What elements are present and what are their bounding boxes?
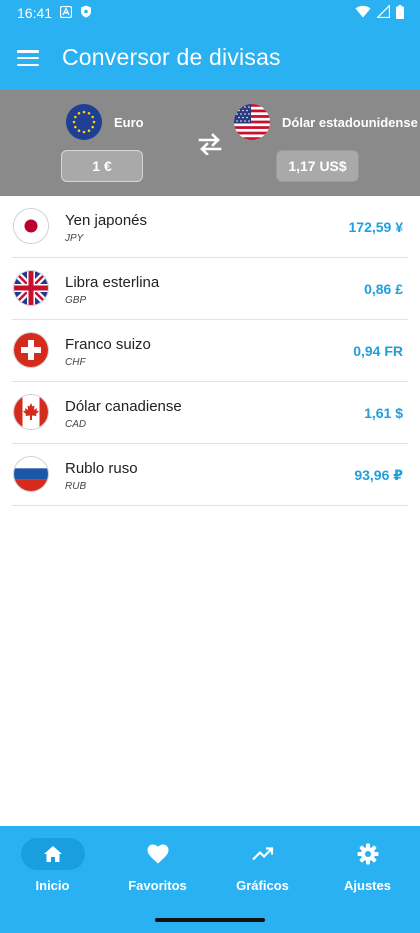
ca-flag-icon — [13, 394, 49, 430]
notification-a-icon — [59, 5, 73, 21]
status-time: 16:41 — [17, 5, 53, 21]
currency-code: CAD — [65, 419, 87, 430]
wifi-icon — [355, 5, 371, 21]
bottom-navigation: Inicio Favoritos Gráficos Ajustes — [0, 826, 420, 933]
rates-list: Yen japonés JPY 172,59 ¥ Libra esterlina… — [12, 196, 408, 506]
menu-icon-line — [17, 50, 39, 53]
gesture-home-bar[interactable] — [155, 918, 265, 922]
currency-value: 1,61 $ — [364, 405, 403, 421]
eu-flag-icon — [66, 104, 102, 140]
to-currency-selector[interactable]: Dólar estadounidense — [234, 104, 418, 140]
from-currency-name: Euro — [114, 114, 144, 130]
ch-flag-icon — [13, 332, 49, 368]
nav-item-favoritos[interactable]: Favoritos — [105, 838, 210, 908]
nav-label: Gráficos — [236, 878, 289, 893]
list-item-cad[interactable]: Dólar canadiense CAD 1,61 $ — [12, 382, 408, 444]
list-item-gbp[interactable]: Libra esterlina GBP 0,86 £ — [12, 258, 408, 320]
to-currency-name: Dólar estadounidense — [282, 114, 418, 130]
list-item-rub[interactable]: Rublo ruso RUB 93,96 ₽ — [12, 444, 408, 506]
currency-name: Franco suizo — [65, 336, 151, 353]
jp-flag-icon — [13, 208, 49, 244]
list-item-jpy[interactable]: Yen japonés JPY 172,59 ¥ — [12, 196, 408, 258]
nav-item-inicio[interactable]: Inicio — [0, 838, 105, 908]
nav-label: Inicio — [35, 878, 70, 893]
menu-button[interactable] — [17, 47, 39, 69]
currency-code: JPY — [65, 233, 84, 244]
nav-label: Ajustes — [344, 878, 391, 893]
menu-icon-line — [17, 63, 39, 66]
currency-code: GBP — [65, 295, 87, 306]
ru-flag-icon — [13, 456, 49, 492]
currency-code: CHF — [65, 357, 86, 368]
shield-icon — [80, 5, 92, 21]
gear-icon — [357, 843, 378, 865]
currency-value: 93,96 ₽ — [354, 467, 403, 483]
status-bar: 16:41 — [0, 0, 420, 26]
nav-active-indicator — [20, 838, 85, 870]
to-amount-output[interactable]: 1,17 US$ — [276, 150, 359, 182]
nav-label: Favoritos — [128, 878, 187, 893]
us-flag-icon — [234, 104, 270, 140]
menu-icon-line — [17, 56, 39, 60]
currency-value: 0,86 £ — [364, 281, 403, 297]
currency-name: Yen japonés — [65, 212, 148, 229]
trending-up-icon — [251, 847, 273, 861]
nav-item-ajustes[interactable]: Ajustes — [315, 838, 420, 908]
currency-code: RUB — [65, 481, 87, 492]
page-title: Conversor de divisas — [62, 44, 281, 70]
currency-value: 0,94 FR — [353, 343, 403, 359]
swap-icon — [198, 133, 222, 156]
from-currency-selector[interactable]: Euro — [66, 104, 144, 140]
converter-panel: Euro 1 € Dólar estadounidense 1,17 US$ — [0, 90, 420, 196]
home-icon — [43, 846, 62, 862]
currency-name: Libra esterlina — [65, 274, 160, 291]
battery-icon — [396, 4, 404, 22]
heart-icon — [147, 844, 168, 864]
gb-flag-icon — [13, 270, 49, 306]
list-item-chf[interactable]: Franco suizo CHF 0,94 FR — [12, 320, 408, 382]
currency-value: 172,59 ¥ — [348, 219, 404, 235]
currency-name: Rublo ruso — [65, 460, 138, 477]
from-amount-input[interactable]: 1 € — [61, 150, 143, 182]
app-bar: 16:41 Conversor de divisas — [0, 0, 420, 90]
currency-name: Dólar canadiense — [65, 398, 182, 415]
nav-item-graficos[interactable]: Gráficos — [210, 838, 315, 908]
signal-icon — [375, 3, 391, 21]
swap-currencies-button[interactable] — [196, 133, 224, 156]
